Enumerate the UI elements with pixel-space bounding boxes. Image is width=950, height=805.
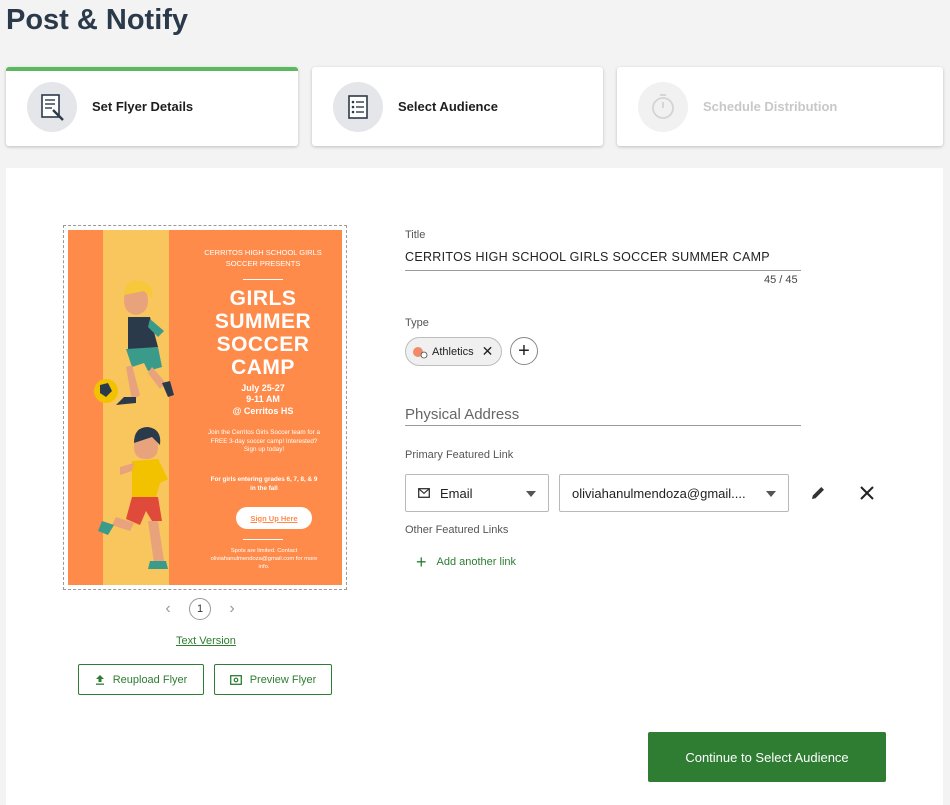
preview-flyer-button[interactable]: Preview Flyer bbox=[214, 664, 332, 695]
chevron-left-icon[interactable]: ‹ bbox=[161, 600, 175, 618]
add-another-link-button[interactable]: + Add another link bbox=[416, 552, 516, 572]
flyer-details-icon bbox=[27, 81, 77, 132]
title-char-counter: 45 / 45 bbox=[764, 274, 798, 286]
close-icon bbox=[860, 486, 874, 500]
flyer-blurb: Join the Cerritos Girls Soccer team for … bbox=[208, 429, 320, 453]
mail-icon bbox=[418, 488, 430, 498]
type-label: Type bbox=[405, 317, 429, 329]
flyer-signup-button: Sign Up Here bbox=[236, 507, 312, 529]
continue-button[interactable]: Continue to Select Audience bbox=[648, 732, 886, 782]
title-input[interactable]: CERRITOS HIGH SCHOOL GIRLS SOCCER SUMMER… bbox=[405, 250, 770, 264]
step-schedule-distribution: Schedule Distribution bbox=[617, 67, 943, 146]
plus-icon: + bbox=[416, 552, 427, 572]
other-links-label: Other Featured Links bbox=[405, 524, 509, 536]
primary-link-label: Primary Featured Link bbox=[405, 449, 514, 461]
flyer-footer: Spots are limited. Contact oliviahanulme… bbox=[210, 548, 318, 570]
flyer-grades: For girls entering grades 6, 7, 8, & 9 i… bbox=[210, 476, 318, 492]
pencil-icon bbox=[812, 487, 824, 499]
flyer-details-panel: CERRITOS HIGH SCHOOL GIRLS SOCCER PRESEN… bbox=[6, 168, 943, 805]
flyer-image: CERRITOS HIGH SCHOOL GIRLS SOCCER PRESEN… bbox=[68, 230, 342, 585]
chevron-right-icon[interactable]: › bbox=[225, 600, 239, 618]
flyer-title: GIRLS SUMMER SOCCER CAMP bbox=[214, 287, 312, 379]
text-version-link[interactable]: Text Version bbox=[176, 635, 236, 647]
flyer-location: @ Cerritos HS bbox=[232, 406, 294, 416]
edit-link-button[interactable] bbox=[806, 481, 830, 505]
chevron-down-icon bbox=[526, 491, 536, 497]
step-label: Schedule Distribution bbox=[703, 99, 838, 114]
flyer-header: CERRITOS HIGH SCHOOL GIRLS SOCCER PRESEN… bbox=[204, 248, 322, 268]
step-label: Select Audience bbox=[398, 99, 498, 114]
page-number: 1 bbox=[189, 598, 211, 620]
athletics-icon bbox=[413, 346, 428, 358]
flyer-pager: ‹ 1 › bbox=[161, 598, 239, 620]
audience-list-icon bbox=[333, 81, 383, 132]
flyer-dates: July 25-27 bbox=[241, 383, 285, 393]
add-type-button[interactable]: + bbox=[510, 337, 538, 365]
physical-address-input[interactable]: Physical Address bbox=[405, 406, 519, 423]
preview-icon bbox=[229, 674, 242, 685]
remove-link-button[interactable] bbox=[855, 481, 879, 505]
flyer-time: 9-11 AM bbox=[246, 394, 280, 404]
type-chip-athletics[interactable]: Athletics ✕ bbox=[405, 337, 502, 366]
close-icon[interactable]: ✕ bbox=[482, 343, 494, 360]
reupload-flyer-button[interactable]: Reupload Flyer bbox=[78, 664, 204, 695]
title-label: Title bbox=[405, 229, 426, 241]
page-title: Post & Notify bbox=[6, 4, 189, 36]
plus-icon: + bbox=[518, 339, 530, 362]
step-label: Set Flyer Details bbox=[92, 99, 194, 114]
step-select-audience[interactable]: Select Audience bbox=[312, 67, 603, 146]
upload-icon bbox=[95, 675, 104, 685]
link-value-select[interactable]: oliviahanulmendoza@gmail.... bbox=[559, 474, 789, 512]
chevron-down-icon bbox=[766, 491, 776, 497]
stopwatch-icon bbox=[638, 81, 688, 132]
link-type-select[interactable]: Email bbox=[405, 474, 549, 512]
soccer-player-illustration bbox=[94, 280, 174, 569]
flyer-preview-frame: CERRITOS HIGH SCHOOL GIRLS SOCCER PRESEN… bbox=[63, 225, 347, 590]
step-set-flyer-details[interactable]: Set Flyer Details bbox=[6, 67, 298, 146]
